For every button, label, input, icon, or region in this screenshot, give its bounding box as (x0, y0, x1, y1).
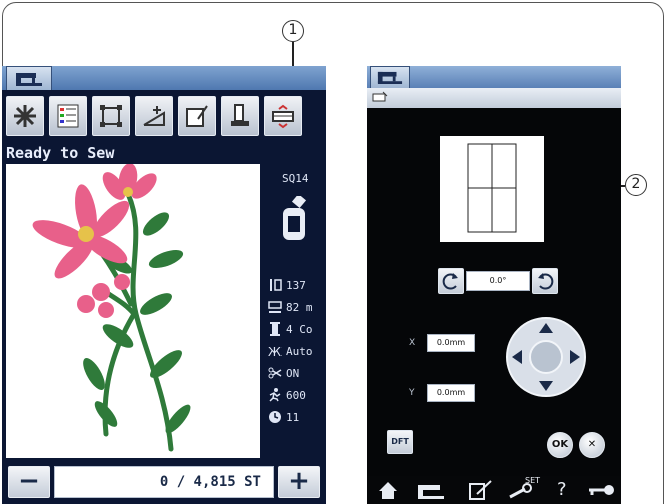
stitch-count-field: 0 / 4,815 ST (54, 466, 274, 498)
ready-to-sew-screen: Ready to Sew SQ14 137 82 m 4 Co Ж Auto O… (2, 66, 326, 504)
tension-icon (143, 106, 165, 126)
y-position-field: 0.0mm (427, 384, 475, 402)
flower-settings-icon (14, 105, 36, 127)
default-button[interactable]: DFT (387, 430, 413, 454)
info-auto: ЖX Auto (268, 342, 313, 360)
x-position-field: 0.0mm (427, 334, 475, 352)
file-icon[interactable] (467, 478, 493, 502)
title-bar (367, 66, 621, 88)
color-list-icon (57, 104, 79, 128)
info-width: 82 m (268, 298, 313, 316)
info-speed: 600 (268, 386, 306, 404)
title-bar (2, 66, 326, 90)
dialog-header (367, 88, 621, 108)
callout-2: 2 (625, 174, 647, 196)
thread-cutter-button[interactable] (221, 96, 259, 136)
y-label: Y (409, 388, 415, 398)
sewing-machine-icon (16, 73, 42, 86)
minus-button[interactable]: − (8, 466, 50, 498)
auto-icon: ЖX (268, 345, 282, 358)
layout-dialog-icon (372, 91, 388, 102)
rotation-value: 0.0° (466, 271, 530, 291)
template-button[interactable] (178, 96, 216, 136)
thread-cutter-icon (231, 104, 249, 126)
machine-mode-icon[interactable] (415, 478, 445, 502)
machine-tab[interactable] (6, 66, 52, 90)
time-icon (269, 411, 281, 423)
rotate-left-button[interactable] (438, 268, 464, 294)
help-icon[interactable]: ? (557, 478, 567, 502)
hoop-grid-image (467, 143, 517, 233)
hoop-code: SQ14 (282, 172, 309, 185)
cancel-button[interactable]: ✕ (579, 432, 605, 458)
rotate-right-icon (538, 273, 554, 290)
svg-text:ЖX: ЖX (268, 345, 282, 358)
bottom-navigation: SET ? (367, 476, 621, 504)
ok-button[interactable]: OK (547, 432, 573, 458)
status-title: Ready to Sew (6, 144, 115, 162)
width-value: 82 m (286, 300, 313, 314)
flower-design-image (32, 163, 191, 452)
edit-toolbar (6, 96, 302, 138)
home-icon[interactable] (377, 478, 399, 502)
hoop-icon (283, 196, 307, 240)
info-colors: 4 Co (268, 320, 313, 338)
trace-icon (100, 105, 122, 127)
flower-settings-button[interactable] (6, 96, 44, 136)
trim-icon (268, 367, 282, 379)
direction-pad-icon (506, 317, 586, 397)
trim-value: ON (286, 366, 300, 380)
auto-value: Auto (286, 344, 313, 358)
x-label: X (409, 338, 416, 348)
info-time: 11 (268, 408, 299, 426)
rotate-right-button[interactable] (532, 268, 558, 294)
speed-value: 600 (286, 388, 306, 402)
height-icon (270, 279, 282, 291)
color-list-button[interactable] (49, 96, 87, 136)
layout-button[interactable] (264, 96, 302, 136)
width-icon (268, 301, 282, 313)
speed-icon (269, 388, 281, 402)
info-trim: ON (268, 364, 299, 382)
sewing-machine-icon (377, 71, 403, 84)
colors-icon (270, 322, 280, 336)
direction-pad[interactable] (505, 316, 587, 398)
embroidery-design-preview (6, 163, 260, 458)
hoop-preview (440, 136, 544, 242)
plus-button[interactable]: + (278, 466, 320, 498)
height-value: 137 (286, 278, 306, 292)
template-icon (186, 105, 208, 127)
layout-screen: 0.0° X 0.0mm Y 0.0mm DFT OK ✕ SET ? (367, 66, 621, 504)
callout-1: 1 (282, 20, 304, 42)
info-height: 137 (268, 276, 306, 294)
rotation-control: 0.0° (438, 268, 558, 296)
key-lock-icon[interactable] (587, 478, 617, 502)
rotate-left-icon (442, 273, 458, 290)
time-value: 11 (286, 410, 300, 424)
tension-button[interactable] (135, 96, 173, 136)
set-label: SET (525, 476, 541, 485)
layout-icon (272, 104, 294, 129)
colors-value: 4 Co (286, 322, 313, 336)
stitch-control-bar: − 0 / 4,815 ST + (2, 462, 326, 504)
trace-button[interactable] (92, 96, 130, 136)
machine-tab[interactable] (370, 66, 410, 88)
